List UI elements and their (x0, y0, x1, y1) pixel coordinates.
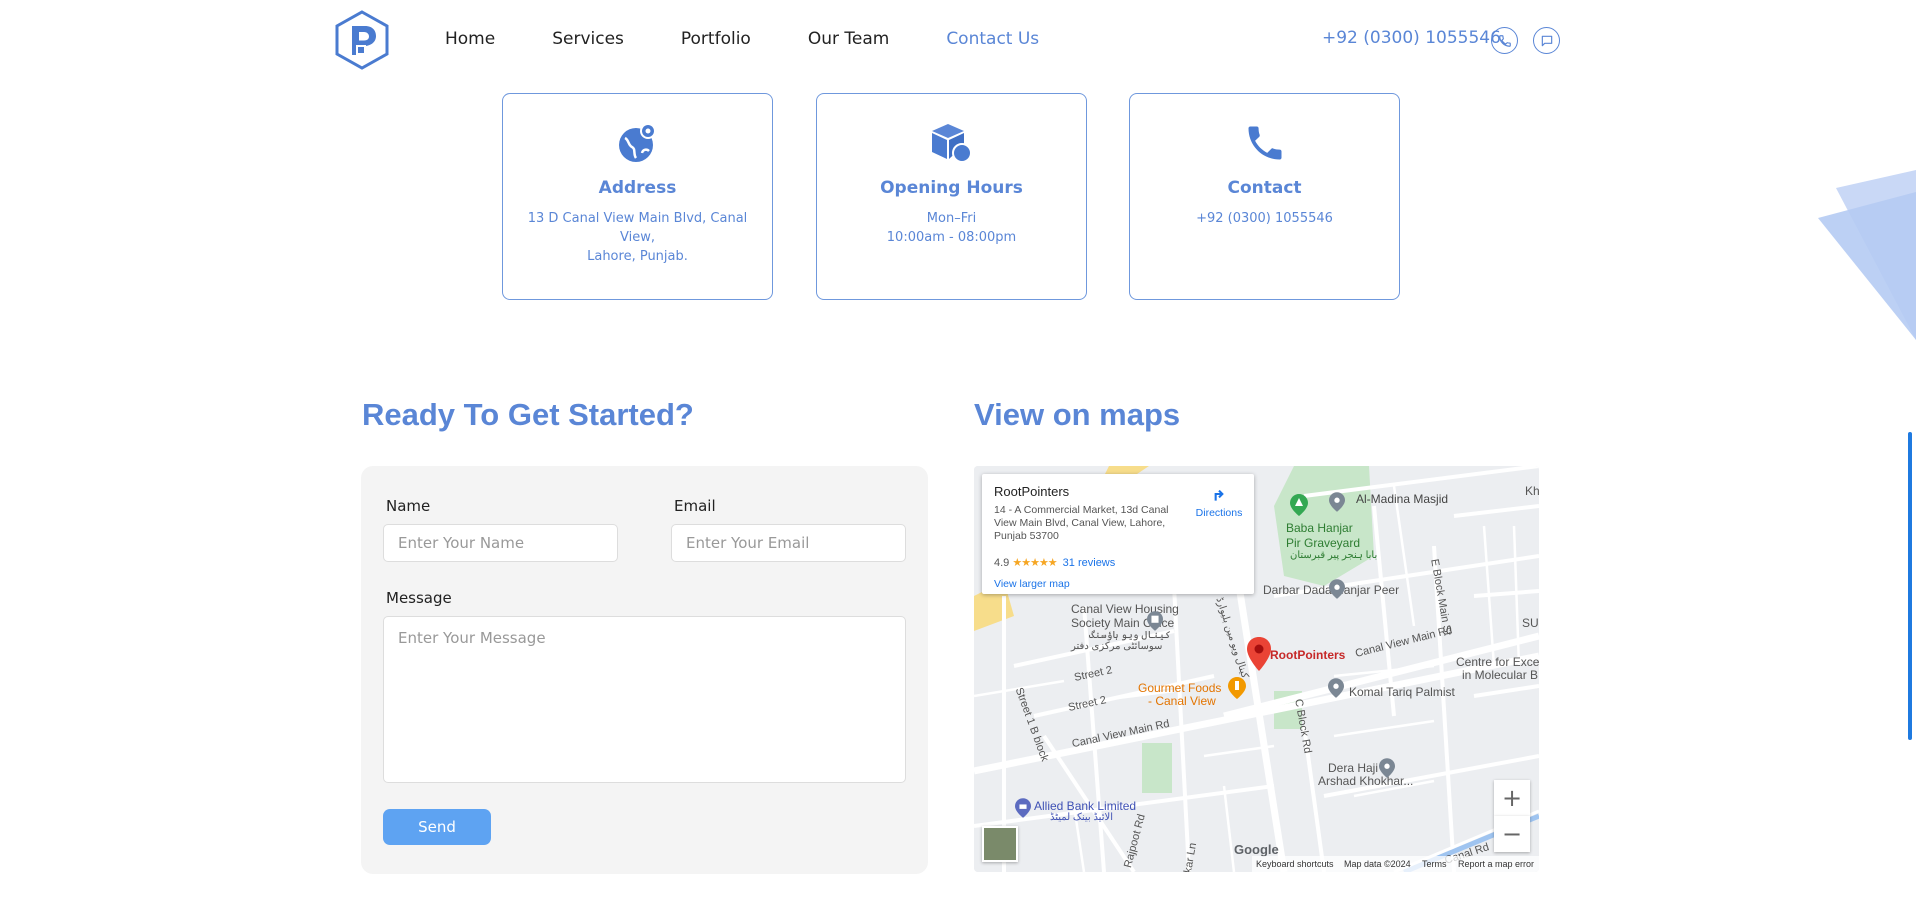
terms-link[interactable]: Terms (1422, 859, 1447, 869)
main-nav: Home Services Portfolio Our Team Contact… (445, 29, 1096, 49)
send-button[interactable]: Send (383, 809, 491, 845)
map-title: View on maps (974, 397, 1181, 432)
nav-our-team[interactable]: Our Team (808, 29, 889, 49)
card-title: Contact (1227, 178, 1302, 198)
place-poi-icon[interactable] (1328, 678, 1344, 703)
card-line: 13 D Canal View Main Blvd, Canal View, (527, 211, 748, 245)
nav-services[interactable]: Services (552, 29, 624, 49)
decorative-shapes (1806, 170, 1916, 340)
place-poi-icon[interactable] (1379, 758, 1395, 783)
map-label: Baba Hanjar (1286, 521, 1353, 535)
reviews-link[interactable]: 31 reviews (1063, 557, 1116, 569)
bank-poi-icon[interactable] (1015, 798, 1031, 823)
map-label: SU (1522, 616, 1539, 630)
phone-call-icon[interactable] (1491, 27, 1518, 54)
zoom-out-button[interactable]: − (1494, 816, 1530, 852)
map-label: الائیڈ بینک لمیٹڈ (1050, 812, 1113, 823)
nav-home[interactable]: Home (445, 29, 495, 49)
card-line[interactable]: +92 (0300) 1055546 (1196, 211, 1333, 226)
card-line: Mon–Fri (926, 211, 977, 226)
email-input[interactable]: Enter Your Email (671, 524, 906, 562)
keyboard-shortcuts-link[interactable]: Keyboard shortcuts (1256, 859, 1334, 869)
google-map[interactable]: Al-Madina Masjid Baba Hanjar Pir Graveya… (974, 466, 1539, 872)
card-line: Lahore, Punjab. (587, 249, 688, 264)
map-label: - Canal View (1148, 694, 1216, 708)
map-label: سوسائٹی مرکزی دفتر (1071, 641, 1163, 652)
name-input[interactable]: Enter Your Name (383, 524, 618, 562)
message-textarea[interactable]: Enter Your Message (383, 616, 906, 783)
map-label: in Molecular B (1462, 668, 1539, 682)
name-label: Name (386, 497, 431, 515)
card-title: Opening Hours (880, 178, 1023, 198)
header-phone[interactable]: +92 (0300) 1055546 (1322, 28, 1501, 48)
map-place-card: RootPointers 14 - A Commercial Market, 1… (982, 474, 1254, 594)
address-card: Address 13 D Canal View Main Blvd, Canal… (502, 93, 773, 300)
map-label: Allied Bank Limited (1034, 799, 1137, 813)
card-line: 10:00am - 08:00pm (886, 230, 1017, 245)
directions-label: Directions (1195, 507, 1243, 519)
directions-button[interactable]: Directions (1190, 484, 1248, 519)
card-text: 13 D Canal View Main Blvd, Canal View, La… (517, 209, 758, 266)
mosque-poi-icon[interactable] (1329, 579, 1345, 604)
directions-icon (1214, 489, 1224, 501)
report-map-error-link[interactable]: Report a map error (1458, 859, 1534, 869)
map-pin-icon[interactable] (1247, 637, 1271, 676)
site-header: Home Services Portfolio Our Team Contact… (0, 0, 1916, 80)
map-label: Dera Haji (1328, 761, 1379, 775)
contact-card: Contact +92 (0300) 1055546 (1129, 93, 1400, 300)
map-label: Al-Madina Masjid (1356, 492, 1449, 506)
map-label: Kh (1525, 484, 1539, 498)
contact-form: Name Enter Your Name Email Enter Your Em… (361, 466, 928, 874)
park-poi-icon[interactable] (1290, 494, 1308, 521)
globe-location-icon (616, 121, 660, 165)
rp-logo-icon[interactable] (333, 9, 391, 71)
phone-icon (1243, 121, 1287, 165)
map-label: RootPointers (1270, 648, 1346, 662)
page-scrollbar[interactable] (1908, 432, 1912, 740)
map-label: Komal Tariq Palmist (1349, 685, 1455, 699)
box-clock-icon (930, 121, 974, 165)
opening-hours-card: Opening Hours Mon–Fri 10:00am - 08:00pm (816, 93, 1087, 300)
map-label: Pir Graveyard (1286, 536, 1361, 550)
place-rating: 4.9 ★★★★★ 31 reviews (994, 556, 1115, 569)
rating-stars-icon: ★★★★★ (1012, 557, 1057, 569)
email-label: Email (674, 497, 716, 515)
place-address: 14 - A Commercial Market, 13d Canal View… (994, 504, 1169, 542)
rating-value: 4.9 (994, 557, 1010, 569)
map-label: Arshad Khokhar... (1318, 774, 1414, 788)
satellite-toggle-thumbnail[interactable] (982, 826, 1018, 862)
zoom-in-button[interactable]: + (1494, 780, 1530, 816)
map-data-text: Map data ©2024 (1344, 859, 1411, 869)
place-name: RootPointers (994, 484, 1070, 499)
nav-portfolio[interactable]: Portfolio (681, 29, 751, 49)
map-label: Centre for Exce (1456, 655, 1539, 669)
message-label: Message (386, 589, 452, 607)
restaurant-poi-icon[interactable] (1228, 677, 1246, 704)
map-label: بابا ہنجر پیر قبرستان (1290, 550, 1378, 561)
google-logo: Google (1234, 842, 1279, 857)
graveyard-poi-icon[interactable] (1322, 494, 1323, 512)
form-title: Ready To Get Started? (362, 397, 694, 432)
card-text: Mon–Fri 10:00am - 08:00pm (831, 209, 1072, 247)
card-title: Address (598, 178, 677, 198)
map-label: Gourmet Foods (1138, 681, 1222, 695)
view-larger-map-link[interactable]: View larger map (994, 578, 1070, 590)
chat-icon[interactable] (1533, 27, 1560, 54)
office-poi-icon[interactable] (1147, 611, 1163, 636)
card-text: +92 (0300) 1055546 (1144, 209, 1385, 228)
nav-contact-us[interactable]: Contact Us (946, 29, 1039, 49)
mosque-poi-icon[interactable] (1329, 492, 1345, 517)
